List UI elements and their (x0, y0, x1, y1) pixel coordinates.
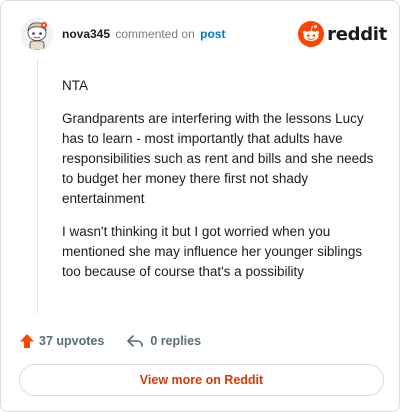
reply-count: 0 replies (150, 334, 202, 348)
snoo-avatar-icon (21, 18, 53, 50)
reddit-brand[interactable]: reddit (298, 21, 387, 47)
user-avatar[interactable] (21, 18, 53, 50)
comment-header: nova345 commented on post reddit (21, 18, 387, 50)
view-more-button[interactable]: View more on Reddit (19, 364, 384, 396)
upvote-button[interactable]: 37 upvotes (19, 333, 104, 349)
upvote-arrow-icon (20, 334, 34, 348)
comment-actions: 37 upvotes 0 replies (19, 332, 201, 350)
username-link[interactable]: nova345 (62, 27, 110, 41)
post-link[interactable]: post (200, 27, 225, 41)
replies-button[interactable]: 0 replies (126, 333, 201, 349)
comment-paragraph: NTA (62, 78, 88, 93)
comment-paragraph: I wasn't thinking it but I got worried w… (62, 224, 363, 279)
brand-name: reddit (327, 23, 387, 45)
reply-arrow-icon (127, 335, 144, 347)
comment-body: NTA Grandparents are interfering with th… (62, 76, 382, 295)
reddit-logo-icon (298, 21, 325, 47)
commented-on-text: commented on (115, 27, 195, 41)
upvote-count: 37 upvotes (39, 334, 105, 348)
embedded-comment-card: nova345 commented on post reddit NTA Gra… (0, 0, 400, 412)
comment-paragraph: Grandparents are interfering with the le… (62, 111, 374, 206)
thread-line (37, 59, 38, 314)
byline: nova345 commented on post (62, 27, 225, 41)
